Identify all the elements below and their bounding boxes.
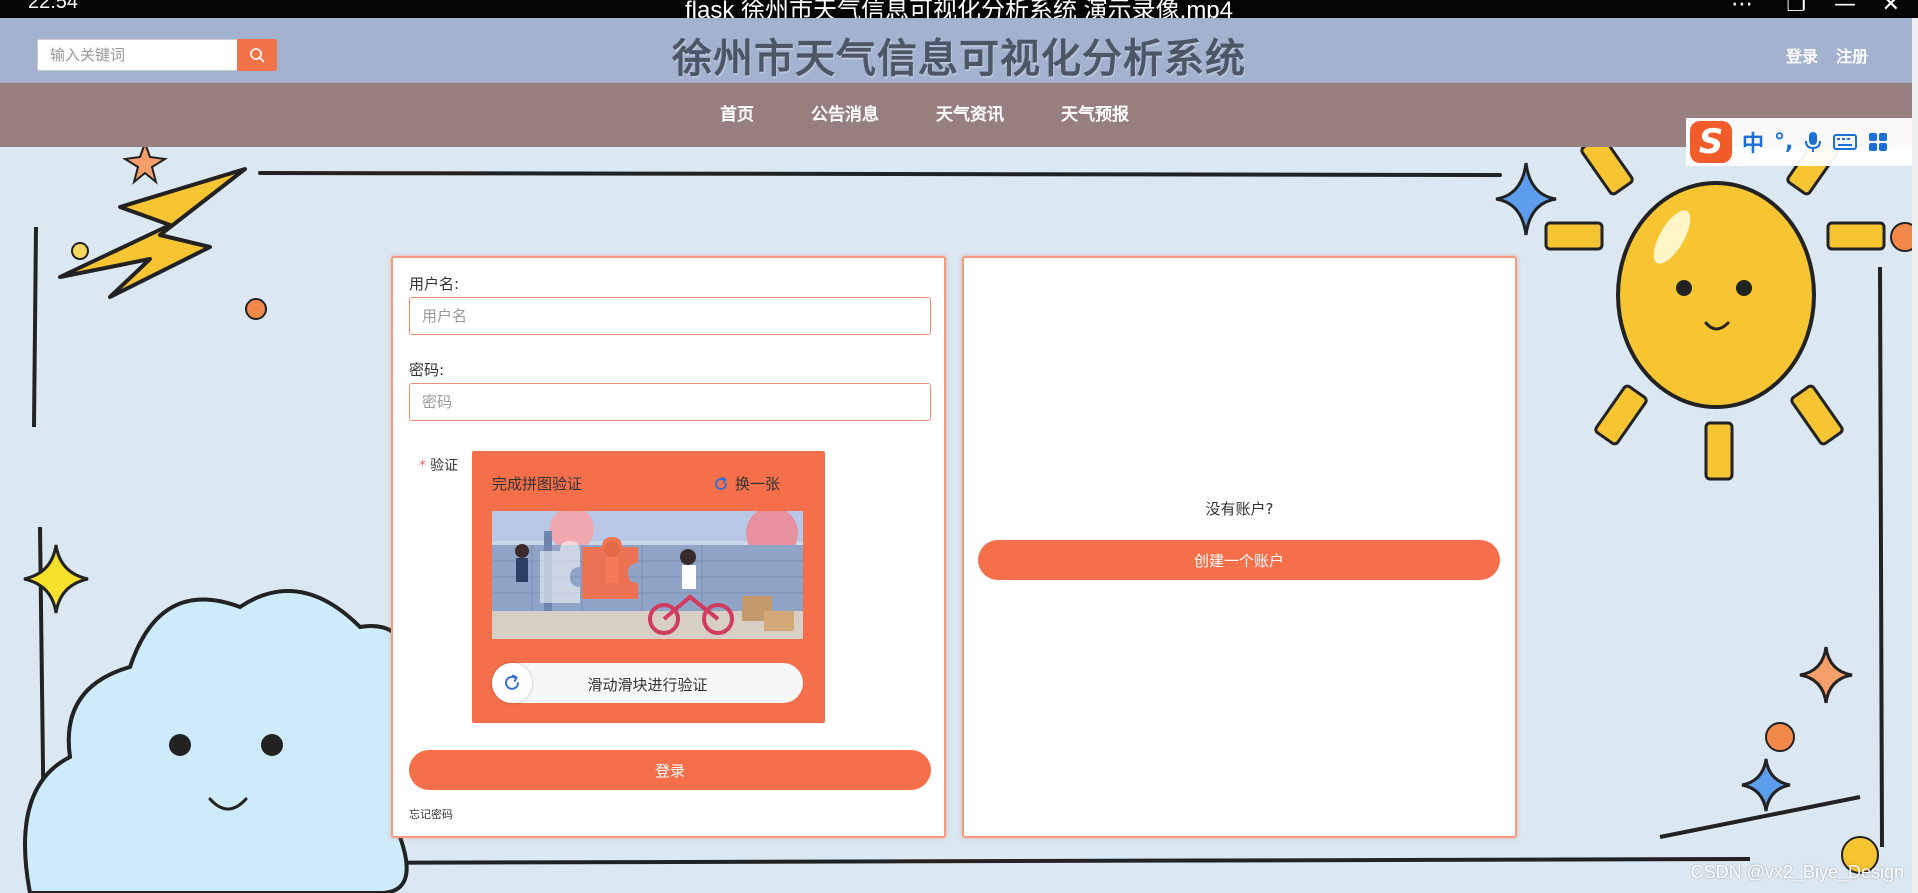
nav-item-home[interactable]: 首页 <box>720 83 754 147</box>
microphone-icon[interactable] <box>1803 130 1823 154</box>
register-link[interactable]: 注册 <box>1836 43 1868 67</box>
captcha-puzzle-image <box>492 511 803 639</box>
password-label: 密码: <box>409 361 445 379</box>
captcha-refresh-label: 换一张 <box>734 475 780 493</box>
punctuation-icon[interactable]: °, <box>1774 130 1793 155</box>
username-label: 用户名: <box>409 275 460 293</box>
content-area: 用户名: 密码: *验证 完成拼图验证 换一张 <box>0 147 1918 893</box>
login-panel: 用户名: 密码: *验证 完成拼图验证 换一张 <box>391 256 946 838</box>
login-button[interactable]: 登录 <box>409 750 931 790</box>
captcha-title: 完成拼图验证 <box>492 475 583 493</box>
site-header: 徐州市天气信息可视化分析系统 登录 注册 <box>0 18 1918 83</box>
auth-links: 登录 注册 <box>1786 43 1868 67</box>
verify-label-text: 验证 <box>430 458 458 474</box>
register-panel: 没有账户? 创建一个账户 <box>962 256 1517 838</box>
video-title-bar: 22:54 flask 徐州市天气信息可视化分析系统 演示录像.mp4 ⋯ ❐ … <box>0 0 1918 18</box>
create-account-button[interactable]: 创建一个账户 <box>978 540 1500 580</box>
restore-window-icon[interactable]: ❐ <box>1786 0 1806 17</box>
captcha-widget: 完成拼图验证 换一张 滑动滑块进行验证 <box>472 451 825 723</box>
main-nav: 首页 公告消息 天气资讯 天气预报 <box>0 83 1918 147</box>
username-input[interactable] <box>409 297 931 335</box>
nav-item-weather-news[interactable]: 天气资讯 <box>936 83 1004 147</box>
no-account-text: 没有账户? <box>1205 500 1274 518</box>
captcha-slider-track[interactable]: 滑动滑块进行验证 <box>492 663 803 703</box>
more-icon[interactable]: ⋯ <box>1731 0 1753 17</box>
ime-toolbar: S 中 °, <box>1686 118 1918 166</box>
nav-item-announcements[interactable]: 公告消息 <box>811 83 879 147</box>
captcha-refresh-button[interactable]: 换一张 <box>713 473 780 494</box>
page-scrollbar[interactable] <box>1912 18 1918 893</box>
verify-label: * 验证 <box>419 458 458 474</box>
cartoon-background <box>23 147 1918 893</box>
password-input[interactable] <box>409 383 931 421</box>
minimize-window-icon[interactable]: — <box>1834 0 1856 17</box>
nav-item-weather-forecast[interactable]: 天气预报 <box>1061 83 1129 147</box>
apps-grid-icon[interactable] <box>1867 131 1889 153</box>
close-window-icon[interactable]: ✕ <box>1882 0 1900 17</box>
site-title: 徐州市天气信息可视化分析系统 <box>672 36 1246 82</box>
captcha-slider-text: 滑动滑块进行验证 <box>587 676 708 694</box>
watermark-text: CSDN @vx2_Biye_Design <box>1690 862 1904 882</box>
refresh-icon <box>715 476 727 490</box>
keyboard-icon[interactable] <box>1833 132 1858 152</box>
login-link[interactable]: 登录 <box>1786 43 1818 67</box>
video-title: flask 徐州市天气信息可视化分析系统 演示录像.mp4 <box>684 0 1234 18</box>
forgot-password-link[interactable]: 忘记密码 <box>409 806 453 822</box>
ime-mode-toggle[interactable]: 中 <box>1742 126 1764 158</box>
ime-logo[interactable]: S <box>1690 121 1732 163</box>
